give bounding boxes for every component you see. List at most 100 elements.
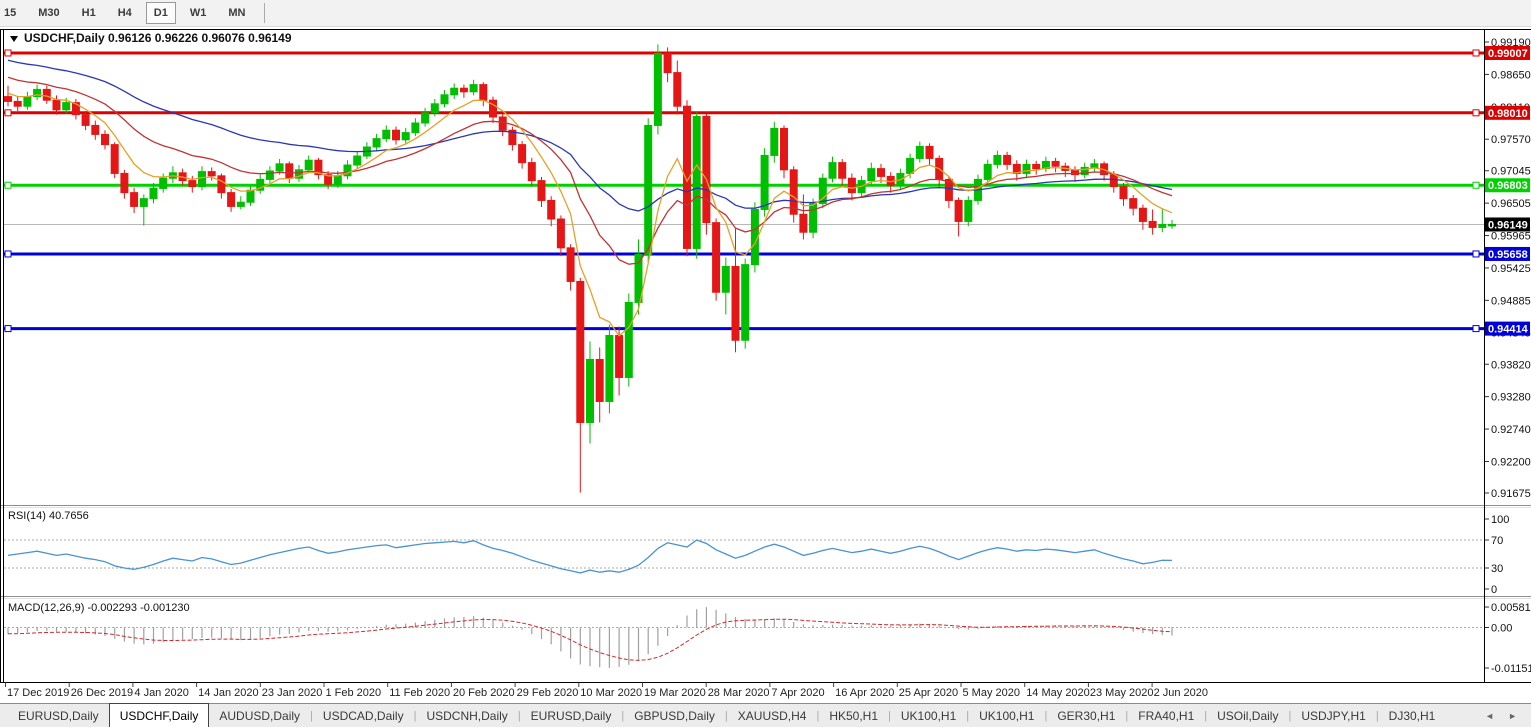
price-tag-label: 0.96149 (1488, 219, 1528, 231)
candle-body (460, 88, 467, 92)
candle-body (616, 335, 623, 377)
candle-body (218, 176, 225, 193)
candle-body (674, 73, 681, 107)
price-tag-label: 0.99007 (1488, 48, 1528, 60)
date-label: 17 Dec 2019 (7, 687, 69, 699)
date-label: 23 May 2020 (1090, 687, 1154, 699)
timeframe-button-h4[interactable]: H4 (110, 2, 140, 24)
candle-body (839, 163, 846, 179)
date-axis: 17 Dec 201926 Dec 20194 Jan 202014 Jan 2… (0, 683, 1531, 700)
hline-handle[interactable] (1473, 326, 1479, 332)
candle-body (43, 89, 50, 100)
candle-body (1149, 221, 1156, 227)
hline-handle[interactable] (1473, 182, 1479, 188)
price-tag-label: 0.95658 (1488, 249, 1528, 261)
chart-tab-dj30-h1[interactable]: DJ30,H1 (1379, 704, 1446, 727)
candle-body (810, 203, 817, 232)
timeframe-button-d1[interactable]: D1 (146, 2, 176, 24)
date-label: 19 Mar 2020 (644, 687, 706, 699)
rsi-axis-label: 0 (1491, 584, 1497, 596)
hline-handle[interactable] (5, 110, 11, 116)
candle-body (557, 219, 564, 248)
macd-axis-label: 0.00 (1491, 623, 1512, 635)
date-label: 16 Apr 2020 (835, 687, 894, 699)
price-axis-label: 0.93820 (1491, 359, 1531, 371)
candle-body (587, 359, 594, 422)
chart-tab-usdcad-daily[interactable]: USDCAD,Daily (313, 704, 414, 727)
tab-scroll-left-icon[interactable]: ◄ (1485, 711, 1494, 721)
hline-handle[interactable] (5, 50, 11, 56)
timeframe-button-15[interactable]: 15 (0, 2, 24, 24)
date-label: 1 Feb 2020 (326, 687, 382, 699)
rsi-label: RSI(14) 40.7656 (8, 510, 89, 522)
candle-body (829, 163, 836, 179)
chart-tab-usdcnh-daily[interactable]: USDCNH,Daily (416, 704, 517, 727)
hline-handle[interactable] (1473, 251, 1479, 257)
candle-body (160, 178, 167, 188)
candle-body (878, 169, 885, 177)
candle-body (654, 53, 661, 125)
date-label: 29 Feb 2020 (517, 687, 579, 699)
price-axis-label: 0.92740 (1491, 424, 1531, 436)
chart-tab-gbpusd-daily[interactable]: GBPUSD,Daily (624, 704, 725, 727)
candle-body (480, 85, 487, 101)
candle-body (490, 100, 497, 117)
chart-tab-ger30-h1[interactable]: GER30,H1 (1047, 704, 1125, 727)
candle-body (848, 178, 855, 192)
chart-header: USDCHF,Daily 0.96126 0.96226 0.96076 0.9… (10, 31, 292, 45)
chart-tab-audusd-daily[interactable]: AUDUSD,Daily (209, 704, 310, 727)
chart-borders (0, 29, 1531, 683)
chart-tab-eurusd-daily[interactable]: EURUSD,Daily (521, 704, 622, 727)
candle-body (713, 223, 720, 293)
candle-body (111, 145, 118, 174)
candle-body (431, 104, 438, 113)
macd-axis-label: 0.005818 (1491, 602, 1531, 614)
hline-handle[interactable] (1473, 50, 1479, 56)
chart-tab-usdjpy-h1[interactable]: USDJPY,H1 (1291, 704, 1375, 727)
candle-body (1110, 175, 1117, 187)
timeframe-button-mn[interactable]: MN (220, 2, 253, 24)
chart-tab-usdchf-daily[interactable]: USDCHF,Daily (109, 703, 210, 727)
symbol-dropdown-icon[interactable] (10, 36, 18, 42)
tab-scroll-right-icon[interactable]: ► (1508, 711, 1517, 721)
chart-canvas[interactable]: USDCHF,Daily 0.96126 0.96226 0.96076 0.9… (0, 27, 1531, 703)
candle-body (664, 53, 671, 72)
hline-handle[interactable] (1473, 110, 1479, 116)
candle-body (373, 139, 380, 147)
macd-axis-label: -0.011514 (1491, 663, 1531, 675)
timeframe-button-w1[interactable]: W1 (182, 2, 215, 24)
hline-handle[interactable] (5, 182, 11, 188)
candle-body (606, 335, 613, 401)
candle-body (422, 113, 429, 123)
candle-body (703, 116, 710, 222)
candle-body (596, 359, 603, 401)
candle-body (237, 202, 244, 206)
candle-body (441, 95, 448, 104)
timeframe-button-h1[interactable]: H1 (74, 2, 104, 24)
chart-tab-usoil-daily[interactable]: USOil,Daily (1207, 704, 1288, 727)
chart-tab-hk50-h1[interactable]: HK50,H1 (819, 704, 888, 727)
chart-tab-eurusd-daily[interactable]: EURUSD,Daily (8, 704, 109, 727)
date-label: 20 Feb 2020 (453, 687, 515, 699)
date-label: 23 Jan 2020 (262, 687, 323, 699)
chart-title: USDCHF,Daily 0.96126 0.96226 0.96076 0.9… (24, 31, 292, 45)
date-label: 28 Mar 2020 (708, 687, 770, 699)
rsi-axis-label: 100 (1491, 514, 1509, 526)
candle-body (965, 200, 972, 221)
price-tag-label: 0.96803 (1488, 180, 1528, 192)
date-label: 26 Dec 2019 (71, 687, 133, 699)
candle-body (276, 164, 283, 171)
date-label: 25 Apr 2020 (899, 687, 958, 699)
chart-tab-fra40-h1[interactable]: FRA40,H1 (1128, 704, 1204, 727)
chart-tab-xauusd-h4[interactable]: XAUUSD,H4 (728, 704, 817, 727)
candle-body (121, 173, 128, 192)
candle-body (412, 123, 419, 133)
chart-tab-uk100-h1[interactable]: UK100,H1 (891, 704, 966, 727)
timeframe-button-m30[interactable]: M30 (30, 2, 67, 24)
chart-tab-uk100-h1[interactable]: UK100,H1 (969, 704, 1044, 727)
hline-handle[interactable] (5, 326, 11, 332)
price-axis-label: 0.94885 (1491, 295, 1531, 307)
hline-handle[interactable] (5, 251, 11, 257)
candle-body (693, 116, 700, 248)
candle-body (150, 188, 157, 198)
